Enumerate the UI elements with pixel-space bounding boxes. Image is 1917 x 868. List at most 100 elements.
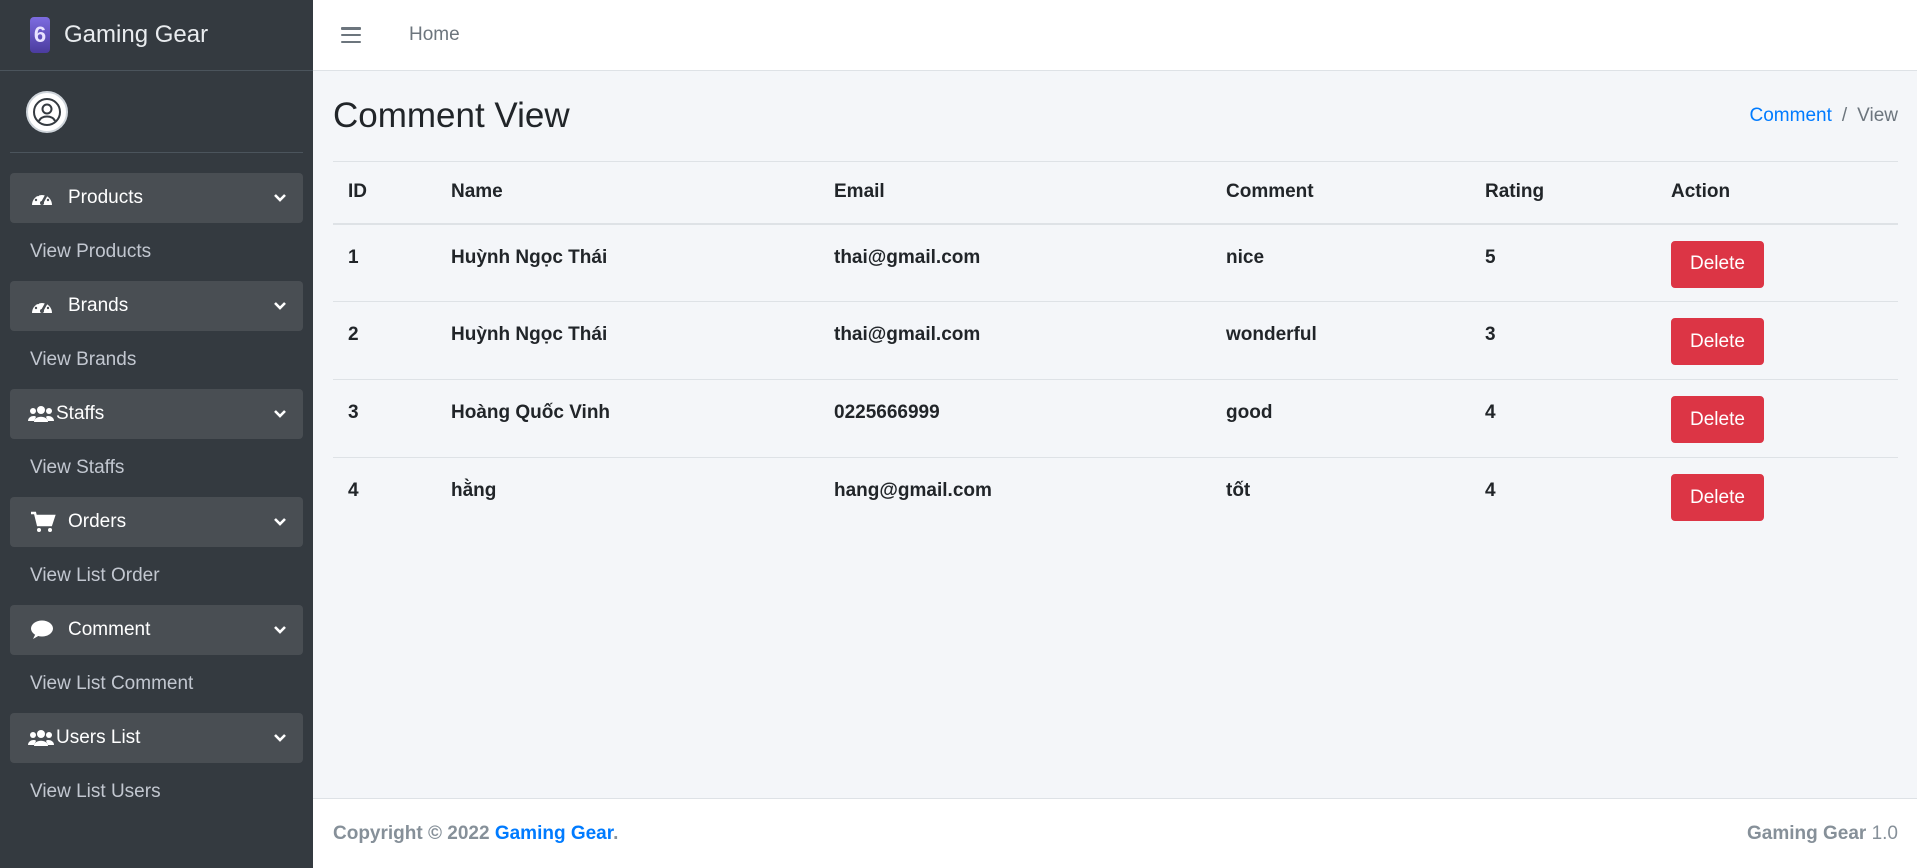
content-wrapper: Comment View Comment / View ID Name Emai… — [313, 71, 1917, 798]
cell-email: thai@gmail.com — [819, 223, 1211, 302]
cell-action: Delete — [1656, 379, 1898, 458]
chevron-down-icon — [273, 623, 287, 637]
cell-rating: 4 — [1485, 480, 1496, 501]
cell-email: 0225666999 — [819, 379, 1211, 458]
delete-button[interactable]: Delete — [1671, 396, 1764, 443]
chevron-down-icon — [273, 191, 287, 205]
users-icon — [28, 405, 56, 423]
footer-version: Gaming Gear 1.0 — [1747, 823, 1898, 845]
sidebar-link-view-list-comment[interactable]: View List Comment — [10, 655, 303, 713]
column-header-action: Action — [1656, 161, 1898, 225]
sidebar-item-products[interactable]: Products — [10, 173, 303, 223]
delete-button[interactable]: Delete — [1671, 240, 1764, 288]
sidebar-item-label: Users List — [56, 727, 141, 748]
copyright-dot: . — [613, 822, 619, 844]
brand-link[interactable]: 6 Gaming Gear — [0, 0, 313, 71]
menu-toggle-icon[interactable] — [341, 27, 361, 43]
tachometer-icon — [30, 188, 60, 208]
cell-name: hằng — [451, 480, 497, 501]
chevron-down-icon — [273, 407, 287, 421]
top-navbar: Home — [313, 0, 1917, 71]
content-header: Comment View Comment / View — [333, 71, 1898, 161]
user-panel — [10, 71, 303, 153]
comment-icon — [30, 620, 60, 640]
cell-id: 3 — [333, 379, 436, 458]
sidebar-link-view-list-order[interactable]: View List Order — [10, 547, 303, 605]
table-row: 1 Huỳnh Ngọc Thái thai@gmail.com nice 5 … — [333, 223, 1898, 302]
chevron-down-icon — [273, 731, 287, 745]
cell-name: Huỳnh Ngọc Thái — [436, 301, 819, 380]
cell-comment: wonderful — [1211, 301, 1470, 380]
breadcrumb: Comment / View — [1750, 105, 1898, 127]
table-row: 2 Huỳnh Ngọc Thái thai@gmail.com wonderf… — [333, 301, 1898, 380]
delete-button[interactable]: Delete — [1671, 318, 1764, 365]
cart-icon — [30, 511, 60, 533]
sidebar-item-label: Comment — [68, 619, 151, 640]
nav-group-orders: Orders View List Order — [10, 497, 303, 605]
chevron-down-icon — [273, 299, 287, 313]
table-row: 3 Hoàng Quốc Vinh 0225666999 good 4 Dele… — [333, 379, 1898, 458]
breadcrumb-current: View — [1857, 105, 1898, 126]
cell-comment: tốt — [1226, 480, 1251, 501]
cell-id: 1 — [333, 223, 436, 302]
sidebar-item-brands[interactable]: Brands — [10, 281, 303, 331]
user-avatar-icon[interactable] — [26, 90, 68, 133]
nav-group-comment: Comment View List Comment — [10, 605, 303, 713]
cell-email: thai@gmail.com — [819, 301, 1211, 380]
sidebar-item-comment[interactable]: Comment — [10, 605, 303, 655]
sidebar-item-label: Products — [68, 187, 143, 208]
breadcrumb-separator: / — [1841, 105, 1848, 126]
sidebar: 6 Gaming Gear Products View Products Bra… — [0, 0, 313, 868]
cell-name: Hoàng Quốc Vinh — [436, 379, 819, 458]
chevron-down-icon — [273, 515, 287, 529]
nav-group-brands: Brands View Brands — [10, 281, 303, 389]
cell-email: hang@gmail.com — [834, 480, 992, 501]
column-header-comment: Comment — [1211, 161, 1470, 225]
cell-action: Delete — [1656, 301, 1898, 380]
nav-group-users-list: Users List View List Users — [10, 713, 303, 821]
breadcrumb-link-comment[interactable]: Comment — [1750, 105, 1832, 127]
delete-button[interactable]: Delete — [1671, 474, 1764, 521]
table-row: 4 hằng hang@gmail.com tốt 4 Delete — [333, 458, 1898, 536]
sidebar-link-view-list-users[interactable]: View List Users — [10, 763, 303, 821]
brand-logo-icon: 6 — [30, 17, 50, 53]
sidebar-item-label: Orders — [68, 511, 127, 532]
sidebar-item-orders[interactable]: Orders — [10, 497, 303, 547]
column-header-id: ID — [333, 161, 436, 225]
cell-rating: 4 — [1470, 379, 1656, 458]
table-header: ID Name Email Comment Rating Action — [333, 161, 1898, 225]
users-icon — [28, 729, 56, 747]
comments-table: ID Name Email Comment Rating Action 1 Hu… — [333, 161, 1898, 536]
sidebar-link-view-products[interactable]: View Products — [10, 223, 303, 281]
nav-group-staffs: Staffs View Staffs — [10, 389, 303, 497]
sidebar-link-view-brands[interactable]: View Brands — [10, 331, 303, 389]
cell-comment: good — [1211, 379, 1470, 458]
footer-version-number: 1.0 — [1871, 822, 1898, 844]
sidebar-item-label: Brands — [68, 295, 129, 316]
nav-group-products: Products View Products — [10, 173, 303, 281]
sidebar-item-users-list[interactable]: Users List — [10, 713, 303, 763]
copyright-text: Copyright © 2022 — [333, 822, 490, 844]
column-header-name: Name — [436, 161, 819, 225]
cell-id: 4 — [348, 480, 359, 501]
cell-rating: 3 — [1470, 301, 1656, 380]
sidebar-link-view-staffs[interactable]: View Staffs — [10, 439, 303, 497]
cell-rating: 5 — [1470, 223, 1656, 302]
footer-brand-link[interactable]: Gaming Gear — [495, 823, 613, 844]
nav-link-home[interactable]: Home — [409, 24, 460, 46]
sidebar-nav: Products View Products Brands View Brand… — [0, 153, 313, 821]
brand-name: Gaming Gear — [64, 21, 209, 48]
column-header-email: Email — [819, 161, 1211, 225]
main-footer: Copyright © 2022 Gaming Gear. Gaming Gea… — [313, 798, 1917, 868]
cell-id: 2 — [333, 301, 436, 380]
cell-action: Delete — [1656, 458, 1898, 536]
cell-name: Huỳnh Ngọc Thái — [436, 223, 819, 302]
tachometer-icon — [30, 296, 60, 316]
footer-copyright: Copyright © 2022 Gaming Gear. — [333, 823, 618, 845]
column-header-rating: Rating — [1470, 161, 1656, 225]
page-title: Comment View — [333, 96, 570, 135]
footer-product-name: Gaming Gear — [1746, 822, 1867, 844]
sidebar-item-label: Staffs — [56, 403, 105, 424]
sidebar-item-staffs[interactable]: Staffs — [10, 389, 303, 439]
cell-comment: nice — [1211, 223, 1470, 302]
